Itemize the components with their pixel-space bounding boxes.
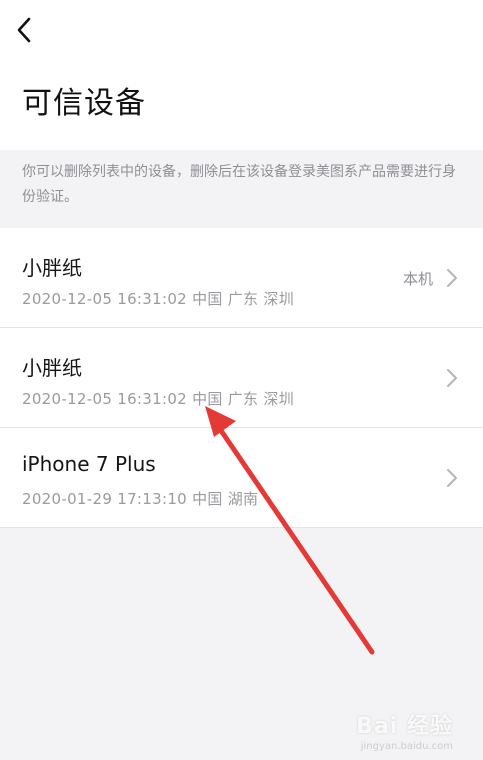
device-login-info: 2020-12-05 16:31:02 中国 广东 深圳	[22, 290, 295, 308]
device-row[interactable]: 小胖纸 2020-12-05 16:31:02 中国 广东 深圳	[0, 328, 483, 428]
watermark-logo: Bai 经验	[356, 714, 453, 739]
header: 可信设备	[0, 0, 483, 150]
notice-text: 你可以删除列表中的设备，删除后在该设备登录美图系产品需要进行身份验证。	[22, 164, 456, 205]
device-name: iPhone 7 Plus	[22, 452, 156, 476]
chevron-right-icon	[447, 369, 457, 387]
device-name: 小胖纸	[22, 256, 82, 280]
chevron-right-icon	[447, 469, 457, 487]
chevron-left-icon	[17, 17, 31, 43]
device-row-current[interactable]: 小胖纸 2020-12-05 16:31:02 中国 广东 深圳 本机	[0, 228, 483, 328]
page-title: 可信设备	[22, 86, 146, 121]
device-name: 小胖纸	[22, 356, 82, 380]
chevron-right-icon	[447, 269, 457, 287]
device-row[interactable]: iPhone 7 Plus 2020-01-29 17:13:10 中国 湖南	[0, 428, 483, 528]
device-login-info: 2020-01-29 17:13:10 中国 湖南	[22, 490, 259, 508]
current-device-badge: 本机	[402, 270, 433, 288]
device-list: 小胖纸 2020-12-05 16:31:02 中国 广东 深圳 本机 小胖纸 …	[0, 228, 483, 528]
back-button[interactable]	[8, 12, 40, 48]
watermark-url: jingyan.baidu.com	[360, 741, 453, 752]
device-login-info: 2020-12-05 16:31:02 中国 广东 深圳	[22, 390, 295, 408]
trusted-devices-screen: 可信设备 你可以删除列表中的设备，删除后在该设备登录美图系产品需要进行身份验证。…	[0, 0, 483, 760]
